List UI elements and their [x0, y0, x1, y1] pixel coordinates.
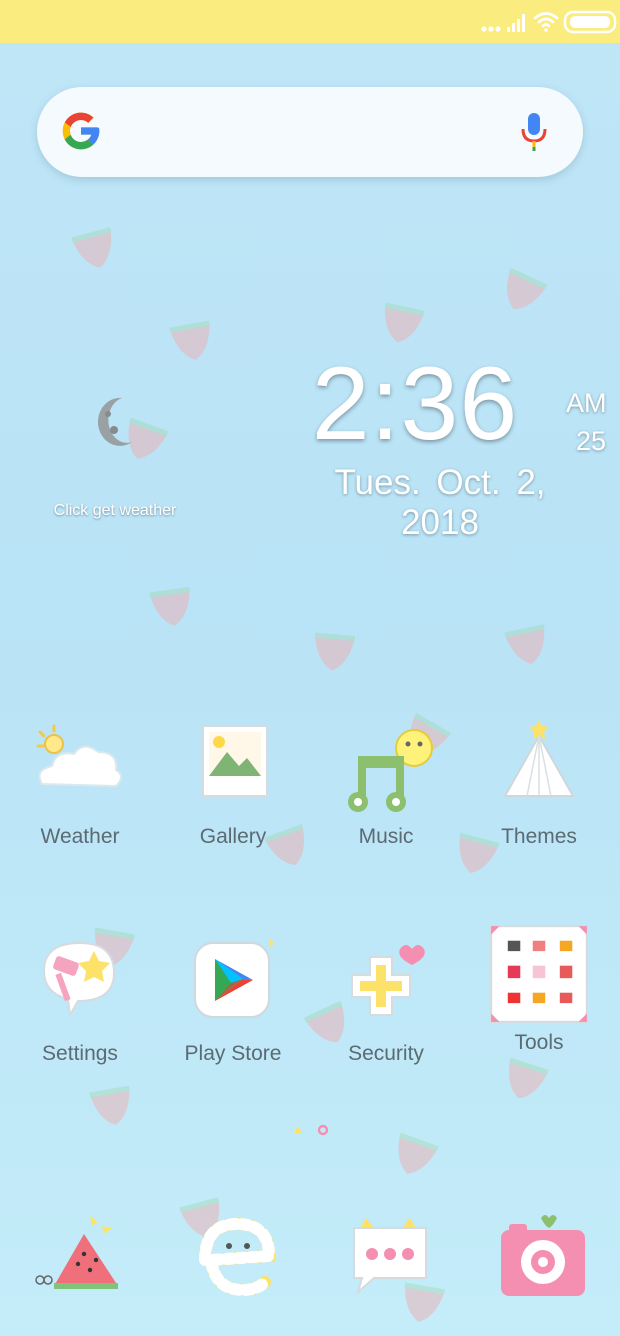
app-play-store[interactable]: Play Store	[158, 935, 308, 1066]
app-label: Security	[348, 1042, 424, 1065]
app-label: Gallery	[199, 825, 267, 848]
moon-icon[interactable]	[92, 396, 138, 446]
tent-icon	[503, 720, 575, 797]
messages-bubble-icon[interactable]	[340, 1210, 440, 1310]
google-search-bar[interactable]	[37, 87, 583, 177]
app-label: Music	[358, 825, 414, 848]
app-label: Weather	[40, 825, 120, 848]
app-gallery[interactable]: Gallery	[158, 718, 308, 849]
clock-date[interactable]: Tues. Oct. 2, 2018	[290, 463, 590, 543]
browser-e-icon[interactable]	[185, 1210, 285, 1310]
weather-hint-text[interactable]: Click get weather	[40, 502, 190, 520]
security-plus-icon	[351, 945, 425, 1016]
app-music[interactable]: Music	[311, 718, 461, 849]
app-tools[interactable]: Tools	[464, 922, 614, 1055]
settings-hammer-star-icon	[42, 941, 116, 1019]
weather-cloud-icon	[36, 724, 122, 788]
music-note-icon	[348, 729, 433, 812]
camera-icon[interactable]	[495, 1210, 595, 1310]
gallery-photo-icon	[202, 725, 268, 797]
microphone-icon[interactable]	[519, 111, 549, 153]
page-indicator[interactable]	[290, 1122, 330, 1138]
watermelon-icon[interactable]	[30, 1210, 130, 1310]
app-label: Settings	[42, 1042, 118, 1065]
app-weather[interactable]: Weather	[5, 718, 155, 849]
app-security[interactable]: Security	[311, 935, 461, 1066]
clock-ampm: AM	[566, 388, 607, 418]
tools-grid-icon	[490, 925, 588, 1023]
app-themes[interactable]: Themes	[464, 718, 614, 849]
clock-time[interactable]: 2:36	[300, 345, 530, 464]
app-label: Play Store	[184, 1042, 282, 1065]
google-g-icon	[62, 112, 100, 150]
app-label: Themes	[501, 825, 577, 848]
play-store-icon	[194, 939, 273, 1018]
clock-seconds: 25	[576, 426, 607, 456]
app-settings[interactable]: Settings	[5, 935, 155, 1066]
app-label: Tools	[514, 1031, 564, 1054]
